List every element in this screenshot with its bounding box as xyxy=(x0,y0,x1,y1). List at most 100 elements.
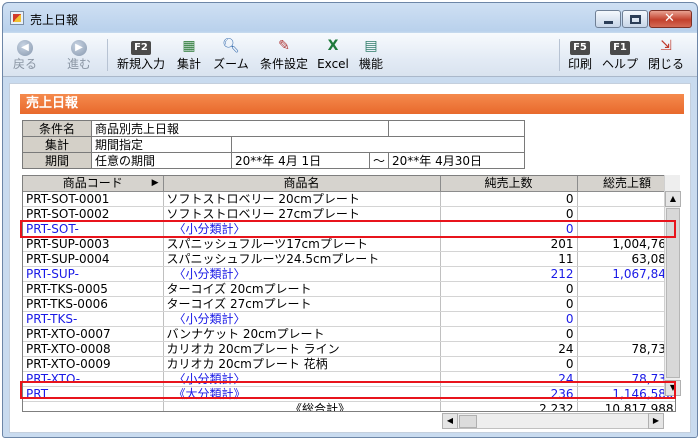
qty-cell: 0 xyxy=(440,296,578,312)
table-row[interactable]: PRT-TKS-0005ターコイズ 20cmプレート00 xyxy=(23,281,675,297)
code-cell: PRT-TKS-0005 xyxy=(23,281,164,297)
amount-cell: 0 xyxy=(577,221,675,237)
amount-cell: 1,004,762 xyxy=(577,236,675,252)
scroll-left-icon[interactable]: ◀ xyxy=(442,413,458,429)
excel-icon: X xyxy=(327,38,339,54)
scroll-thumb[interactable] xyxy=(666,208,680,378)
scroll-down-icon[interactable]: ▼ xyxy=(665,380,681,396)
name-cell: 〈小分類計〉 xyxy=(163,311,441,327)
amount-cell: 0 xyxy=(577,356,675,372)
table-row[interactable]: PRT-SOT-0002ソフトストロベリー 27cmプレート00 xyxy=(23,206,675,222)
amount-cell: 0 xyxy=(577,326,675,342)
code-cell: PRT-SOT-0001 xyxy=(23,191,164,207)
qty-cell: 0 xyxy=(440,356,578,372)
f1-key-icon: F1 xyxy=(599,36,641,56)
column-header-name[interactable]: 商品名 xyxy=(163,176,441,192)
subtotal-row[interactable]: PRT-XTO- 〈小分類計〉 24 78,732 xyxy=(23,371,675,387)
condition-empty-cell xyxy=(388,120,526,137)
title-bar[interactable]: 売上日報 ✕ xyxy=(3,3,697,33)
table-row[interactable]: PRT-XTO-0007バンナケット 20cmプレート00 xyxy=(23,326,675,342)
table-row[interactable]: PRT-SOT-0001ソフトストロベリー 20cmプレート00 xyxy=(23,191,675,207)
amount-cell: 78,732 xyxy=(577,341,675,357)
maximize-button[interactable] xyxy=(622,10,648,28)
f2-key-icon: F2 xyxy=(115,36,167,56)
amount-cell: 0 xyxy=(577,296,675,312)
help-button[interactable]: F1 ヘルプ xyxy=(599,36,641,74)
code-cell: PRT-SUP- xyxy=(23,266,164,282)
app-icon xyxy=(10,11,24,25)
code-cell: PRT-SOT-0002 xyxy=(23,206,164,222)
vertical-scrollbar[interactable]: ▲ ▼ xyxy=(664,175,681,396)
qty-cell: 212 xyxy=(440,266,578,282)
f5-key-icon: F5 xyxy=(565,36,595,56)
amount-cell: 1,146,580 xyxy=(577,386,675,402)
condition-name-value: 商品別売上日報 xyxy=(90,120,390,137)
name-cell: スパニッシュフルーツ17cmプレート xyxy=(163,236,441,252)
minimize-button[interactable] xyxy=(595,10,621,28)
code-cell: PRT-SOT- xyxy=(23,221,164,237)
excel-button[interactable]: X Excel xyxy=(315,36,351,74)
code-cell: PRT-TKS-0006 xyxy=(23,296,164,312)
toolbar-separator xyxy=(559,39,560,71)
report-title: 売上日報 xyxy=(20,94,684,114)
amount-cell: 78,732 xyxy=(577,371,675,387)
table-row[interactable]: PRT-SUP-0003 スパニッシュフルーツ17cmプレート 201 1,004,7… xyxy=(23,236,675,252)
close-button[interactable]: ⇲ 閉じる xyxy=(645,36,687,74)
table-row[interactable]: PRT-XTO-0008 カリオカ 20cmプレート ライン 24 78,732 xyxy=(23,341,675,357)
name-cell: カリオカ 20cmプレート 花柄 xyxy=(163,356,441,372)
forward-button[interactable]: ▶ 進む xyxy=(61,36,97,74)
subtotal-row[interactable]: PRT-SUP- 〈小分類計〉 212 1,067,848 xyxy=(23,266,675,282)
new-input-button[interactable]: F2 新規入力 xyxy=(115,36,167,74)
name-cell: ターコイズ 20cmプレート xyxy=(163,281,441,297)
aggregate-button[interactable]: ▦ 集計 xyxy=(173,36,205,74)
name-cell: 〈小分類計〉 xyxy=(163,266,441,282)
amount-cell: 63,086 xyxy=(577,251,675,267)
toolbar: ◀ 戻る ▶ 進む F2 新規入力 ▦ 集計 🔍︎ ズーム ✎ 条件設定 X E… xyxy=(3,33,697,77)
name-cell: カリオカ 20cmプレート ライン xyxy=(163,341,441,357)
qty-cell: 24 xyxy=(440,371,578,387)
close-icon: ✕ xyxy=(664,11,675,26)
subtotal-row[interactable]: PRT-SOT-〈小分類計〉00 xyxy=(23,221,675,237)
back-arrow-icon: ◀ xyxy=(9,36,41,56)
grand-total-qty: 2,232 xyxy=(440,401,578,411)
horizontal-scroll-thumb[interactable] xyxy=(459,415,477,428)
name-cell: ソフトストロベリー 27cmプレート xyxy=(163,206,441,222)
function-button[interactable]: ▤ 機能 xyxy=(355,36,387,74)
settings-icon: ✎ xyxy=(278,38,290,54)
back-button[interactable]: ◀ 戻る xyxy=(9,36,41,74)
amount-cell: 0 xyxy=(577,281,675,297)
period-to: 20**年 4月30日 xyxy=(388,152,526,169)
code-cell: PRT-SUP-0004 xyxy=(23,251,164,267)
period-label: 期間 xyxy=(22,152,92,169)
print-button[interactable]: F5 印刷 xyxy=(565,36,595,74)
report-area: 売上日報 条件名 商品別売上日報 集計 期間指定 期間 任意の期間 20**年 … xyxy=(9,83,691,433)
function-icon: ▤ xyxy=(364,38,378,54)
table-row[interactable]: PRT-XTO-0009カリオカ 20cmプレート 花柄00 xyxy=(23,356,675,372)
condition-settings-button[interactable]: ✎ 条件設定 xyxy=(257,36,311,74)
qty-cell: 11 xyxy=(440,251,578,267)
maximize-icon xyxy=(630,15,641,24)
subtotal-row[interactable]: PRT-TKS-〈小分類計〉00 xyxy=(23,311,675,327)
column-header-amount[interactable]: 総売上額 xyxy=(577,176,675,192)
grand-total-code xyxy=(23,401,164,411)
window-title: 売上日報 xyxy=(30,13,79,27)
amount-cell: 0 xyxy=(577,206,675,222)
calculator-icon: ▦ xyxy=(182,38,196,54)
period-from: 20**年 4月 1日 xyxy=(231,152,370,169)
column-header-code[interactable]: 商品コード ▶ xyxy=(23,176,164,192)
close-window-button[interactable]: ✕ xyxy=(649,10,692,28)
zoom-icon: 🔍︎ xyxy=(222,38,240,54)
name-cell: ソフトストロベリー 20cmプレート xyxy=(163,191,441,207)
zoom-button[interactable]: 🔍︎ ズーム xyxy=(211,36,251,74)
qty-cell: 0 xyxy=(440,281,578,297)
sales-grid[interactable]: 商品コード ▶ 商品名 純売上数 総売上額 PRT-SOT-0001 ソフトストロベ… xyxy=(22,175,676,412)
scroll-up-icon[interactable]: ▲ xyxy=(665,191,681,207)
scroll-right-icon[interactable]: ▶ xyxy=(648,413,664,429)
column-header-qty[interactable]: 純売上数 xyxy=(440,176,578,192)
qty-cell: 201 xyxy=(440,236,578,252)
qty-cell: 236 xyxy=(440,386,578,402)
table-row[interactable]: PRT-TKS-0006ターコイズ 27cmプレート00 xyxy=(23,296,675,312)
subtotal-row[interactable]: PRT 《大分類計》 236 1,146,580 xyxy=(23,386,675,402)
horizontal-scrollbar[interactable]: ◀ ▶ xyxy=(442,413,664,429)
table-row[interactable]: PRT-SUP-0004 スパニッシュフルーツ24.5cmプレート 11 63,086 xyxy=(23,251,675,267)
